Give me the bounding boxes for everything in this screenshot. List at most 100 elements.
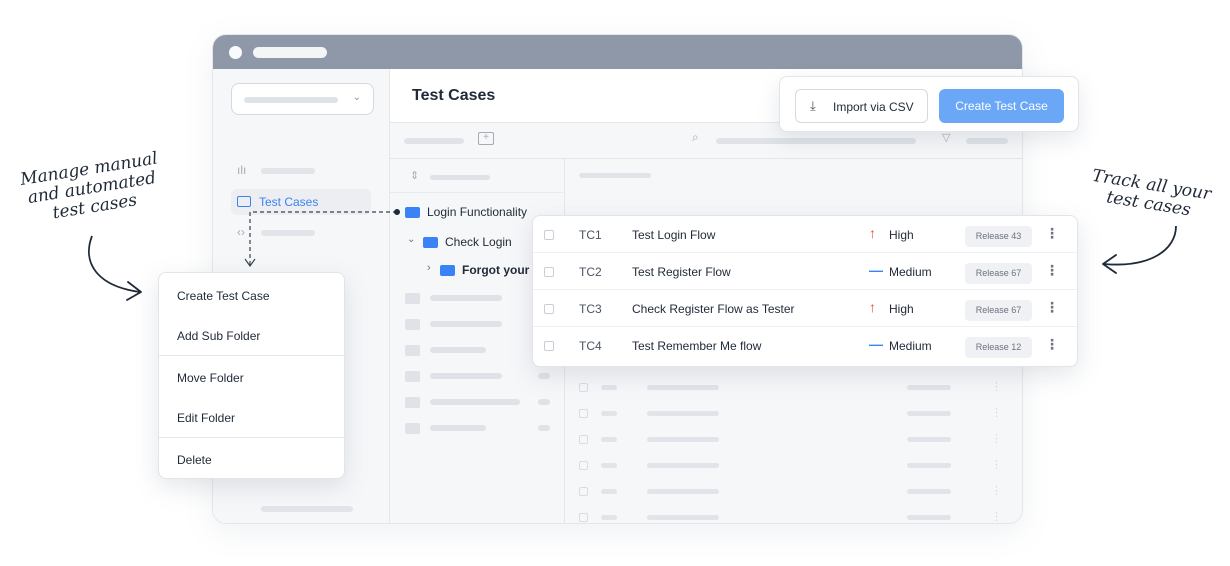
- tree-item-label: Forgot your I: [462, 263, 536, 277]
- menu-item-edit-folder[interactable]: Edit Folder: [159, 397, 346, 437]
- table-row[interactable]: TC1 Test Login Flow ↑ High Release 43 ⋮: [533, 216, 1077, 253]
- more-vertical-icon[interactable]: ⋮: [1045, 299, 1059, 316]
- more-vertical-icon[interactable]: ⋮: [1045, 225, 1059, 242]
- row-checkbox[interactable]: [579, 513, 588, 522]
- test-case-id: TC1: [579, 228, 602, 242]
- folder-icon: [423, 237, 438, 248]
- import-csv-label: Import via CSV: [833, 100, 914, 114]
- tree-item-label: Check Login: [445, 235, 512, 249]
- arrow-up-icon: ↑: [869, 225, 876, 241]
- workspace-select-placeholder: [244, 97, 338, 103]
- more-vertical-icon[interactable]: ⋮: [991, 380, 1002, 393]
- row-priority-placeholder: [907, 411, 951, 416]
- code-icon: ‹›: [237, 225, 245, 239]
- row-id-placeholder: [601, 515, 617, 520]
- search-icon[interactable]: ⌕: [692, 130, 699, 145]
- row-checkbox[interactable]: [579, 435, 588, 444]
- tree-item-placeholder[interactable]: [390, 389, 565, 415]
- filter-placeholder: [966, 138, 1008, 144]
- sidebar-item-test-cases[interactable]: Test Cases: [231, 189, 371, 215]
- row-id-placeholder: [601, 489, 617, 494]
- folder-icon: [405, 207, 420, 218]
- more-vertical-icon[interactable]: ⋮: [991, 484, 1002, 497]
- create-test-case-button[interactable]: Create Test Case: [939, 89, 1064, 123]
- tree-item-count-placeholder: [538, 373, 550, 379]
- priority-label: High: [889, 228, 914, 242]
- tree-header: ⇕: [390, 159, 565, 193]
- row-priority-placeholder: [907, 463, 951, 468]
- window-titlebar: [213, 35, 1022, 69]
- test-case-name: Test Register Flow: [632, 265, 731, 279]
- row-checkbox[interactable]: [544, 267, 554, 277]
- chevron-down-icon: ⌄: [352, 92, 361, 103]
- list-item[interactable]: ⋮: [565, 453, 1022, 479]
- row-checkbox[interactable]: [544, 230, 554, 240]
- menu-item-label: Add Sub Folder: [177, 329, 261, 343]
- sidebar-item-placeholder: [261, 506, 353, 512]
- table-row[interactable]: TC4 Test Remember Me flow — Medium Relea…: [533, 327, 1077, 364]
- chevron-right-icon[interactable]: ›: [427, 262, 431, 274]
- more-vertical-icon[interactable]: ⋮: [991, 510, 1002, 523]
- menu-item-move-folder[interactable]: Move Folder: [159, 357, 346, 397]
- sidebar-item-misc[interactable]: [231, 496, 371, 522]
- list-item[interactable]: ⋮: [565, 427, 1022, 453]
- more-vertical-icon[interactable]: ⋮: [991, 406, 1002, 419]
- list-item[interactable]: ⋮: [565, 479, 1022, 505]
- search-input[interactable]: [716, 138, 916, 144]
- list-item[interactable]: ⋮: [565, 375, 1022, 401]
- row-name-placeholder: [647, 385, 719, 390]
- list-item[interactable]: ⋮: [565, 505, 1022, 523]
- tree-item-label: Login Functionality: [427, 205, 528, 219]
- row-checkbox[interactable]: [579, 383, 588, 392]
- tree-header-placeholder: [430, 175, 490, 180]
- folder-icon: [405, 423, 420, 434]
- menu-item-add-sub-folder[interactable]: Add Sub Folder: [159, 315, 346, 355]
- list-header-placeholder: [579, 173, 651, 178]
- menu-item-label: Delete: [177, 453, 212, 467]
- row-id-placeholder: [601, 463, 617, 468]
- row-name-placeholder: [647, 489, 719, 494]
- menu-item-create-test-case[interactable]: Create Test Case: [159, 275, 346, 315]
- sidebar-item-code[interactable]: ‹›: [231, 220, 371, 246]
- more-vertical-icon[interactable]: ⋮: [991, 432, 1002, 445]
- folder-icon: [237, 196, 251, 207]
- curved-arrow-left: [88, 235, 141, 293]
- import-csv-button[interactable]: ⤓ Import via CSV: [795, 89, 928, 123]
- tree-item-placeholder-bar: [430, 373, 502, 379]
- workspace-select[interactable]: ⌄: [231, 83, 374, 115]
- sidebar-item-analytics[interactable]: ılı: [231, 158, 371, 184]
- menu-item-delete[interactable]: Delete: [159, 439, 346, 479]
- window-dot-icon: [229, 46, 242, 59]
- row-checkbox[interactable]: [579, 487, 588, 496]
- chevron-down-icon[interactable]: ⌄: [407, 234, 415, 245]
- more-vertical-icon[interactable]: ⋮: [1045, 336, 1059, 353]
- tree-item-placeholder-bar: [430, 295, 502, 301]
- add-folder-icon[interactable]: +: [478, 132, 494, 145]
- priority-label: Medium: [889, 339, 932, 353]
- more-vertical-icon[interactable]: ⋮: [991, 458, 1002, 471]
- test-case-name: Check Register Flow as Tester: [632, 302, 795, 316]
- tree-item-placeholder-bar: [430, 399, 520, 405]
- row-checkbox[interactable]: [579, 461, 588, 470]
- arrow-head-icon: [126, 281, 142, 301]
- row-checkbox[interactable]: [579, 409, 588, 418]
- test-case-id: TC4: [579, 339, 602, 353]
- row-name-placeholder: [647, 463, 719, 468]
- tree-item-placeholder-bar: [430, 321, 502, 327]
- tree-item-placeholder[interactable]: [390, 415, 565, 441]
- table-row[interactable]: TC2 Test Register Flow — Medium Release …: [533, 253, 1077, 290]
- test-case-name: Test Login Flow: [632, 228, 716, 242]
- row-priority-placeholder: [907, 489, 951, 494]
- more-vertical-icon[interactable]: ⋮: [1045, 262, 1059, 279]
- row-checkbox[interactable]: [544, 341, 554, 351]
- row-name-placeholder: [647, 411, 719, 416]
- list-item[interactable]: ⋮: [565, 401, 1022, 427]
- filter-icon[interactable]: ▽: [942, 131, 950, 144]
- row-priority-placeholder: [907, 437, 951, 442]
- actions-card: ⤓ Import via CSV Create Test Case: [779, 76, 1079, 132]
- sort-icon[interactable]: ⇕: [410, 169, 419, 182]
- menu-item-label: Move Folder: [177, 371, 244, 385]
- row-name-placeholder: [647, 437, 719, 442]
- row-checkbox[interactable]: [544, 304, 554, 314]
- table-row[interactable]: TC3 Check Register Flow as Tester ↑ High…: [533, 290, 1077, 327]
